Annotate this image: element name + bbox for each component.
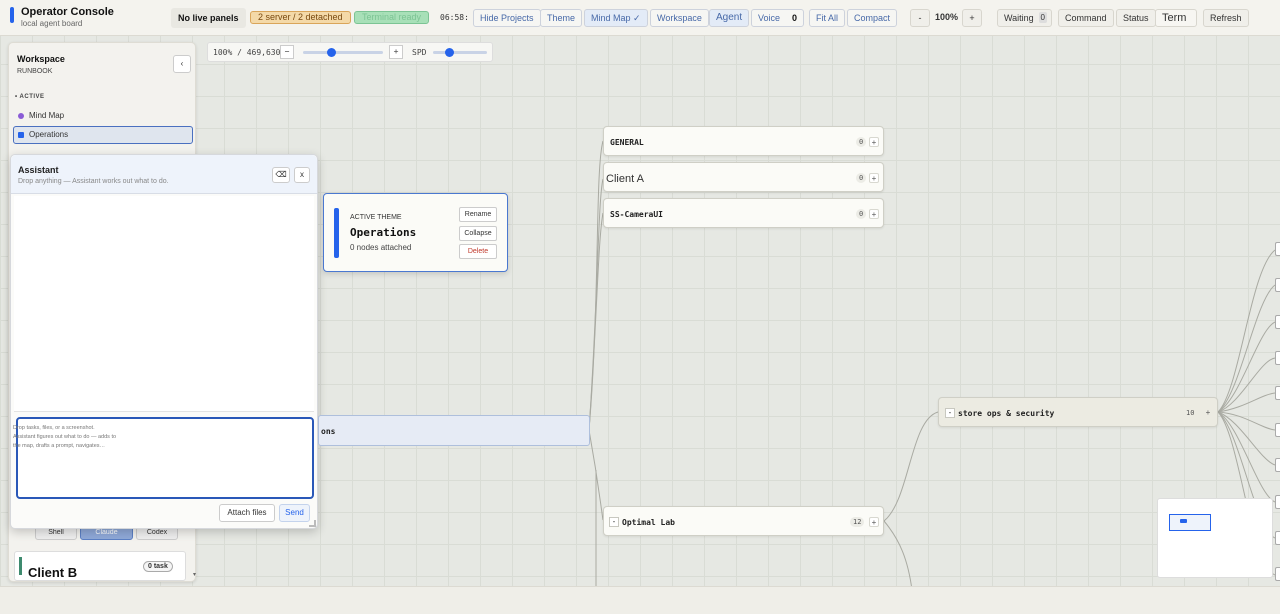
connector-camera xyxy=(588,212,604,431)
partial-node[interactable] xyxy=(1275,423,1280,437)
partial-node[interactable] xyxy=(1275,386,1280,400)
node-client-a[interactable]: Client A 0 + xyxy=(603,162,884,192)
node-camera-ui[interactable]: SS-CameraUI 0 + xyxy=(603,198,884,228)
node-operations[interactable]: ons xyxy=(318,415,590,446)
partial-node[interactable] xyxy=(1275,567,1280,581)
node-title: Client A xyxy=(606,173,644,185)
collapse-icon[interactable]: - xyxy=(945,408,955,418)
minimap[interactable] xyxy=(1157,498,1273,578)
node-count: 0 xyxy=(856,173,867,183)
connector-optimal-child xyxy=(883,520,913,591)
node-store-ops[interactable]: - store ops & security 10 + xyxy=(938,397,1218,427)
partial-node[interactable] xyxy=(1275,242,1280,256)
expand-icon[interactable]: + xyxy=(869,173,879,183)
partial-node[interactable] xyxy=(1275,531,1280,545)
bottom-bar xyxy=(0,586,1280,614)
minimap-viewport[interactable] xyxy=(1169,514,1211,531)
expand-icon[interactable]: + xyxy=(869,517,879,527)
connector-general xyxy=(588,140,604,431)
node-title: ons xyxy=(321,427,336,436)
partial-node[interactable] xyxy=(1275,351,1280,365)
expand-icon[interactable]: + xyxy=(869,209,879,219)
partial-node[interactable] xyxy=(1275,278,1280,292)
node-count: 0 xyxy=(856,137,867,147)
node-title: SS-CameraUI xyxy=(610,210,663,219)
connector-store-ops xyxy=(883,411,939,522)
collapse-icon[interactable]: - xyxy=(609,517,619,527)
node-title: Optimal Lab xyxy=(622,518,675,527)
partial-node[interactable] xyxy=(1275,315,1280,329)
node-title: GENERAL xyxy=(610,138,644,147)
expand-icon[interactable]: + xyxy=(1203,408,1213,418)
node-count: 0 xyxy=(856,209,867,219)
node-optimal-lab[interactable]: - Optimal Lab 12 + xyxy=(603,506,884,536)
minimap-node xyxy=(1180,519,1187,523)
expand-icon[interactable]: + xyxy=(869,137,879,147)
partial-node[interactable] xyxy=(1275,458,1280,472)
partial-node[interactable] xyxy=(1275,495,1280,509)
node-count: 12 xyxy=(850,517,865,527)
node-general[interactable]: GENERAL 0 + xyxy=(603,126,884,156)
node-title: store ops & security xyxy=(958,409,1055,418)
node-count: 10 xyxy=(1186,409,1195,417)
